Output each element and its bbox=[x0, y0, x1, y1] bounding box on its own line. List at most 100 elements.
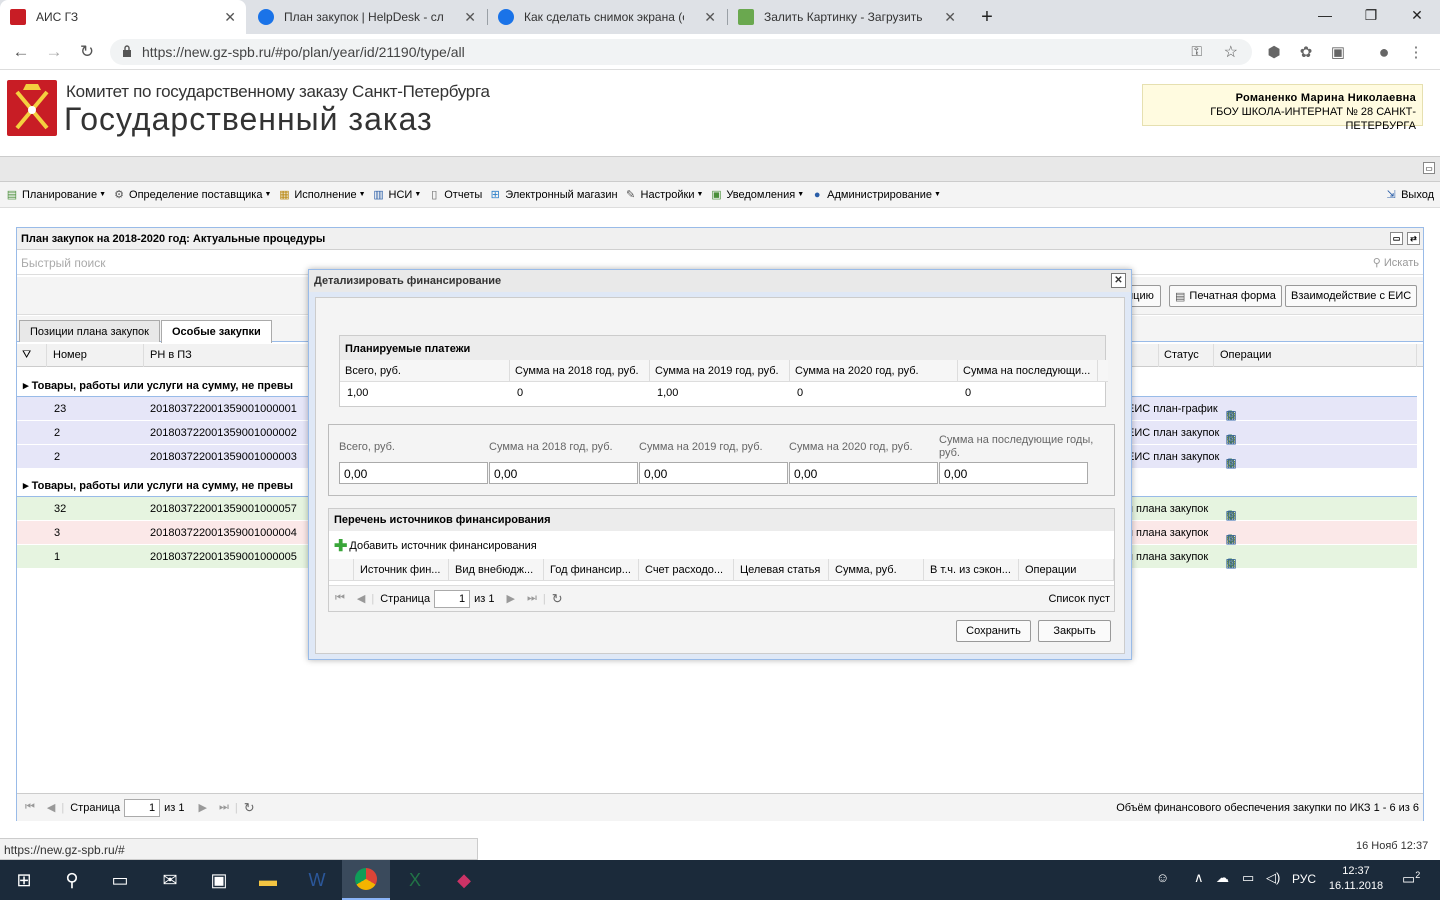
refresh-panel-icon[interactable]: ⇄ bbox=[1407, 232, 1420, 245]
add-position-button[interactable]: ицию bbox=[1127, 285, 1161, 307]
browser-tab-helpdesk[interactable]: План закупок | HelpDesk - служ ✕ bbox=[248, 0, 486, 34]
total-input[interactable]: 0,00 bbox=[339, 462, 488, 484]
last-page-icon[interactable]: ⏭ bbox=[527, 592, 537, 605]
next-page-icon[interactable]: ▶ bbox=[198, 801, 206, 814]
col-account[interactable]: Счет расходо... bbox=[639, 559, 734, 581]
close-tab-icon[interactable]: ✕ bbox=[944, 9, 956, 26]
sum-2019-input[interactable]: 0,00 bbox=[639, 462, 788, 484]
bar-chart-icon[interactable]: ▥ bbox=[1223, 555, 1239, 571]
word-icon[interactable]: W bbox=[293, 860, 341, 900]
shield-extension-icon[interactable]: ⬢ bbox=[1264, 42, 1284, 62]
last-page-icon[interactable]: ⏭ bbox=[219, 801, 229, 814]
close-window-button[interactable]: ✕ bbox=[1394, 0, 1440, 30]
page-input[interactable]: 1 bbox=[124, 798, 161, 817]
exit-button[interactable]: ⇲ Выход bbox=[1381, 184, 1437, 206]
tab-plan-positions[interactable]: Позиции плана закупок bbox=[19, 320, 160, 342]
restore-button[interactable]: ❐ bbox=[1348, 0, 1394, 30]
network-icon[interactable]: ▭ bbox=[1242, 870, 1254, 886]
col-2020[interactable]: Сумма на 2020 год, руб. bbox=[790, 360, 958, 382]
col-number[interactable]: Номер bbox=[48, 344, 144, 367]
prev-page-icon[interactable]: ◀ bbox=[357, 592, 365, 605]
tray-up-icon[interactable]: ∧ bbox=[1194, 870, 1204, 886]
menu-supplier[interactable]: ⚙ Определение поставщика ▼ bbox=[109, 184, 274, 206]
col-total[interactable]: Всего, руб. bbox=[340, 360, 510, 382]
browser-tab-active[interactable]: АИС ГЗ ✕ bbox=[0, 0, 246, 34]
search-icon[interactable]: ⚲ bbox=[48, 860, 96, 900]
back-arrow-icon[interactable]: ← bbox=[9, 40, 33, 64]
menu-reports[interactable]: ▯ Отчеты bbox=[424, 184, 485, 206]
menu-planning[interactable]: ▤ Планирование ▼ bbox=[2, 184, 109, 206]
filter-icon[interactable]: ⛛ bbox=[17, 344, 47, 367]
people-icon[interactable]: ☺ bbox=[1156, 870, 1169, 885]
next-page-icon[interactable]: ▶ bbox=[506, 592, 514, 605]
menu-eshop[interactable]: ⊞ Электронный магазин bbox=[485, 184, 620, 206]
browser-tab-upload[interactable]: Залить Картинку - Загрузить фо ✕ bbox=[728, 0, 966, 34]
new-tab-button[interactable]: + bbox=[970, 2, 1004, 32]
maximize-icon[interactable]: ▭ bbox=[1390, 232, 1403, 245]
page-input[interactable]: 1 bbox=[434, 589, 471, 608]
col-later[interactable]: Сумма на последующи... bbox=[958, 360, 1098, 382]
col-2018[interactable]: Сумма на 2018 год, руб. bbox=[510, 360, 650, 382]
print-form-button[interactable]: ▤ Печатная форма bbox=[1169, 285, 1282, 307]
menu-admin[interactable]: ● Администрирование ▼ bbox=[807, 184, 944, 206]
extension-icon[interactable]: ▣ bbox=[1328, 42, 1348, 62]
col-extra-budget[interactable]: Вид внебюдж... bbox=[449, 559, 544, 581]
menu-settings[interactable]: ✎ Настройки ▼ bbox=[621, 184, 707, 206]
close-icon[interactable]: ✕ bbox=[1111, 273, 1126, 288]
language-indicator[interactable]: РУС bbox=[1292, 872, 1316, 886]
sum-2018-input[interactable]: 0,00 bbox=[489, 462, 638, 484]
col-status[interactable]: Статус bbox=[1158, 344, 1214, 367]
bar-chart-icon[interactable]: ▥ bbox=[1223, 455, 1239, 471]
close-tab-icon[interactable]: ✕ bbox=[224, 9, 236, 26]
folder-icon[interactable]: ▬ bbox=[244, 860, 292, 900]
first-page-icon[interactable]: ⏮ bbox=[25, 801, 35, 814]
refresh-icon[interactable]: ↻ bbox=[552, 591, 563, 607]
close-button[interactable]: Закрыть bbox=[1038, 620, 1111, 642]
excel-icon[interactable]: X bbox=[391, 860, 439, 900]
close-tab-icon[interactable]: ✕ bbox=[464, 9, 476, 26]
eis-interaction-button[interactable]: Взаимодействие с ЕИС bbox=[1285, 285, 1418, 307]
save-button[interactable]: Сохранить bbox=[956, 620, 1031, 642]
user-info[interactable]: Романенко Марина Николаевна ГБОУ ШКОЛА-И… bbox=[1142, 84, 1423, 132]
tab-special-purchases[interactable]: Особые закупки bbox=[161, 320, 272, 343]
search-button[interactable]: ⚲ Искать bbox=[1373, 256, 1419, 269]
chrome-icon[interactable] bbox=[342, 860, 390, 900]
url-field[interactable]: https://new.gz-spb.ru/#po/plan/year/id/2… bbox=[110, 39, 1252, 65]
first-page-icon[interactable]: ⏮ bbox=[335, 592, 345, 605]
mail-icon[interactable]: ✉ bbox=[146, 860, 194, 900]
col-sum[interactable]: Сумма, руб. bbox=[829, 559, 924, 581]
close-tab-icon[interactable]: ✕ bbox=[704, 9, 716, 26]
paint-icon[interactable]: ◆ bbox=[440, 860, 488, 900]
cloud-icon[interactable]: ☁ bbox=[1216, 870, 1229, 886]
store-icon[interactable]: ▣ bbox=[195, 860, 243, 900]
col-2019[interactable]: Сумма на 2019 год, руб. bbox=[650, 360, 790, 382]
reload-icon[interactable]: ↻ bbox=[75, 40, 99, 64]
sum-2020-input[interactable]: 0,00 bbox=[789, 462, 938, 484]
windows-start-icon[interactable]: ⊞ bbox=[0, 860, 48, 900]
extension-icon[interactable]: ✿ bbox=[1296, 42, 1316, 62]
col-source[interactable]: Источник фин... bbox=[354, 559, 449, 581]
col-rn[interactable]: РН в ПЗ bbox=[145, 344, 315, 367]
col-target[interactable]: Целевая статья bbox=[734, 559, 829, 581]
menu-execution[interactable]: ▦ Исполнение ▼ bbox=[274, 184, 368, 206]
menu-notifications[interactable]: ▣ Уведомления ▼ bbox=[706, 184, 807, 206]
account-icon[interactable]: ● bbox=[1374, 42, 1394, 62]
star-icon[interactable]: ☆ bbox=[1224, 42, 1238, 62]
minimize-button[interactable]: — bbox=[1302, 0, 1348, 30]
refresh-icon[interactable]: ↻ bbox=[244, 800, 255, 816]
task-view-icon[interactable]: ▭ bbox=[96, 860, 144, 900]
notifications-icon[interactable]: ▭2 bbox=[1402, 870, 1420, 888]
key-icon[interactable]: ⚿ bbox=[1191, 43, 1202, 60]
volume-icon[interactable]: ◁) bbox=[1266, 870, 1280, 886]
forward-arrow-icon[interactable]: → bbox=[42, 40, 66, 64]
clock[interactable]: 12:37 16.11.2018 bbox=[1328, 864, 1384, 894]
prev-page-icon[interactable]: ◀ bbox=[47, 801, 55, 814]
collapse-icon[interactable]: ▭ bbox=[1423, 162, 1435, 174]
menu-nsi[interactable]: ▥ НСИ ▼ bbox=[369, 184, 425, 206]
sum-later-input[interactable]: 0,00 bbox=[939, 462, 1088, 484]
add-source-button[interactable]: ✚ Добавить источник финансирования bbox=[334, 536, 537, 556]
col-savings[interactable]: В т.ч. из сэкон... bbox=[924, 559, 1019, 581]
browser-tab-screenshot[interactable]: Как сделать снимок экрана (скр ✕ bbox=[488, 0, 726, 34]
kebab-menu-icon[interactable]: ⋮ bbox=[1406, 42, 1426, 62]
col-year[interactable]: Год финансир... bbox=[544, 559, 639, 581]
